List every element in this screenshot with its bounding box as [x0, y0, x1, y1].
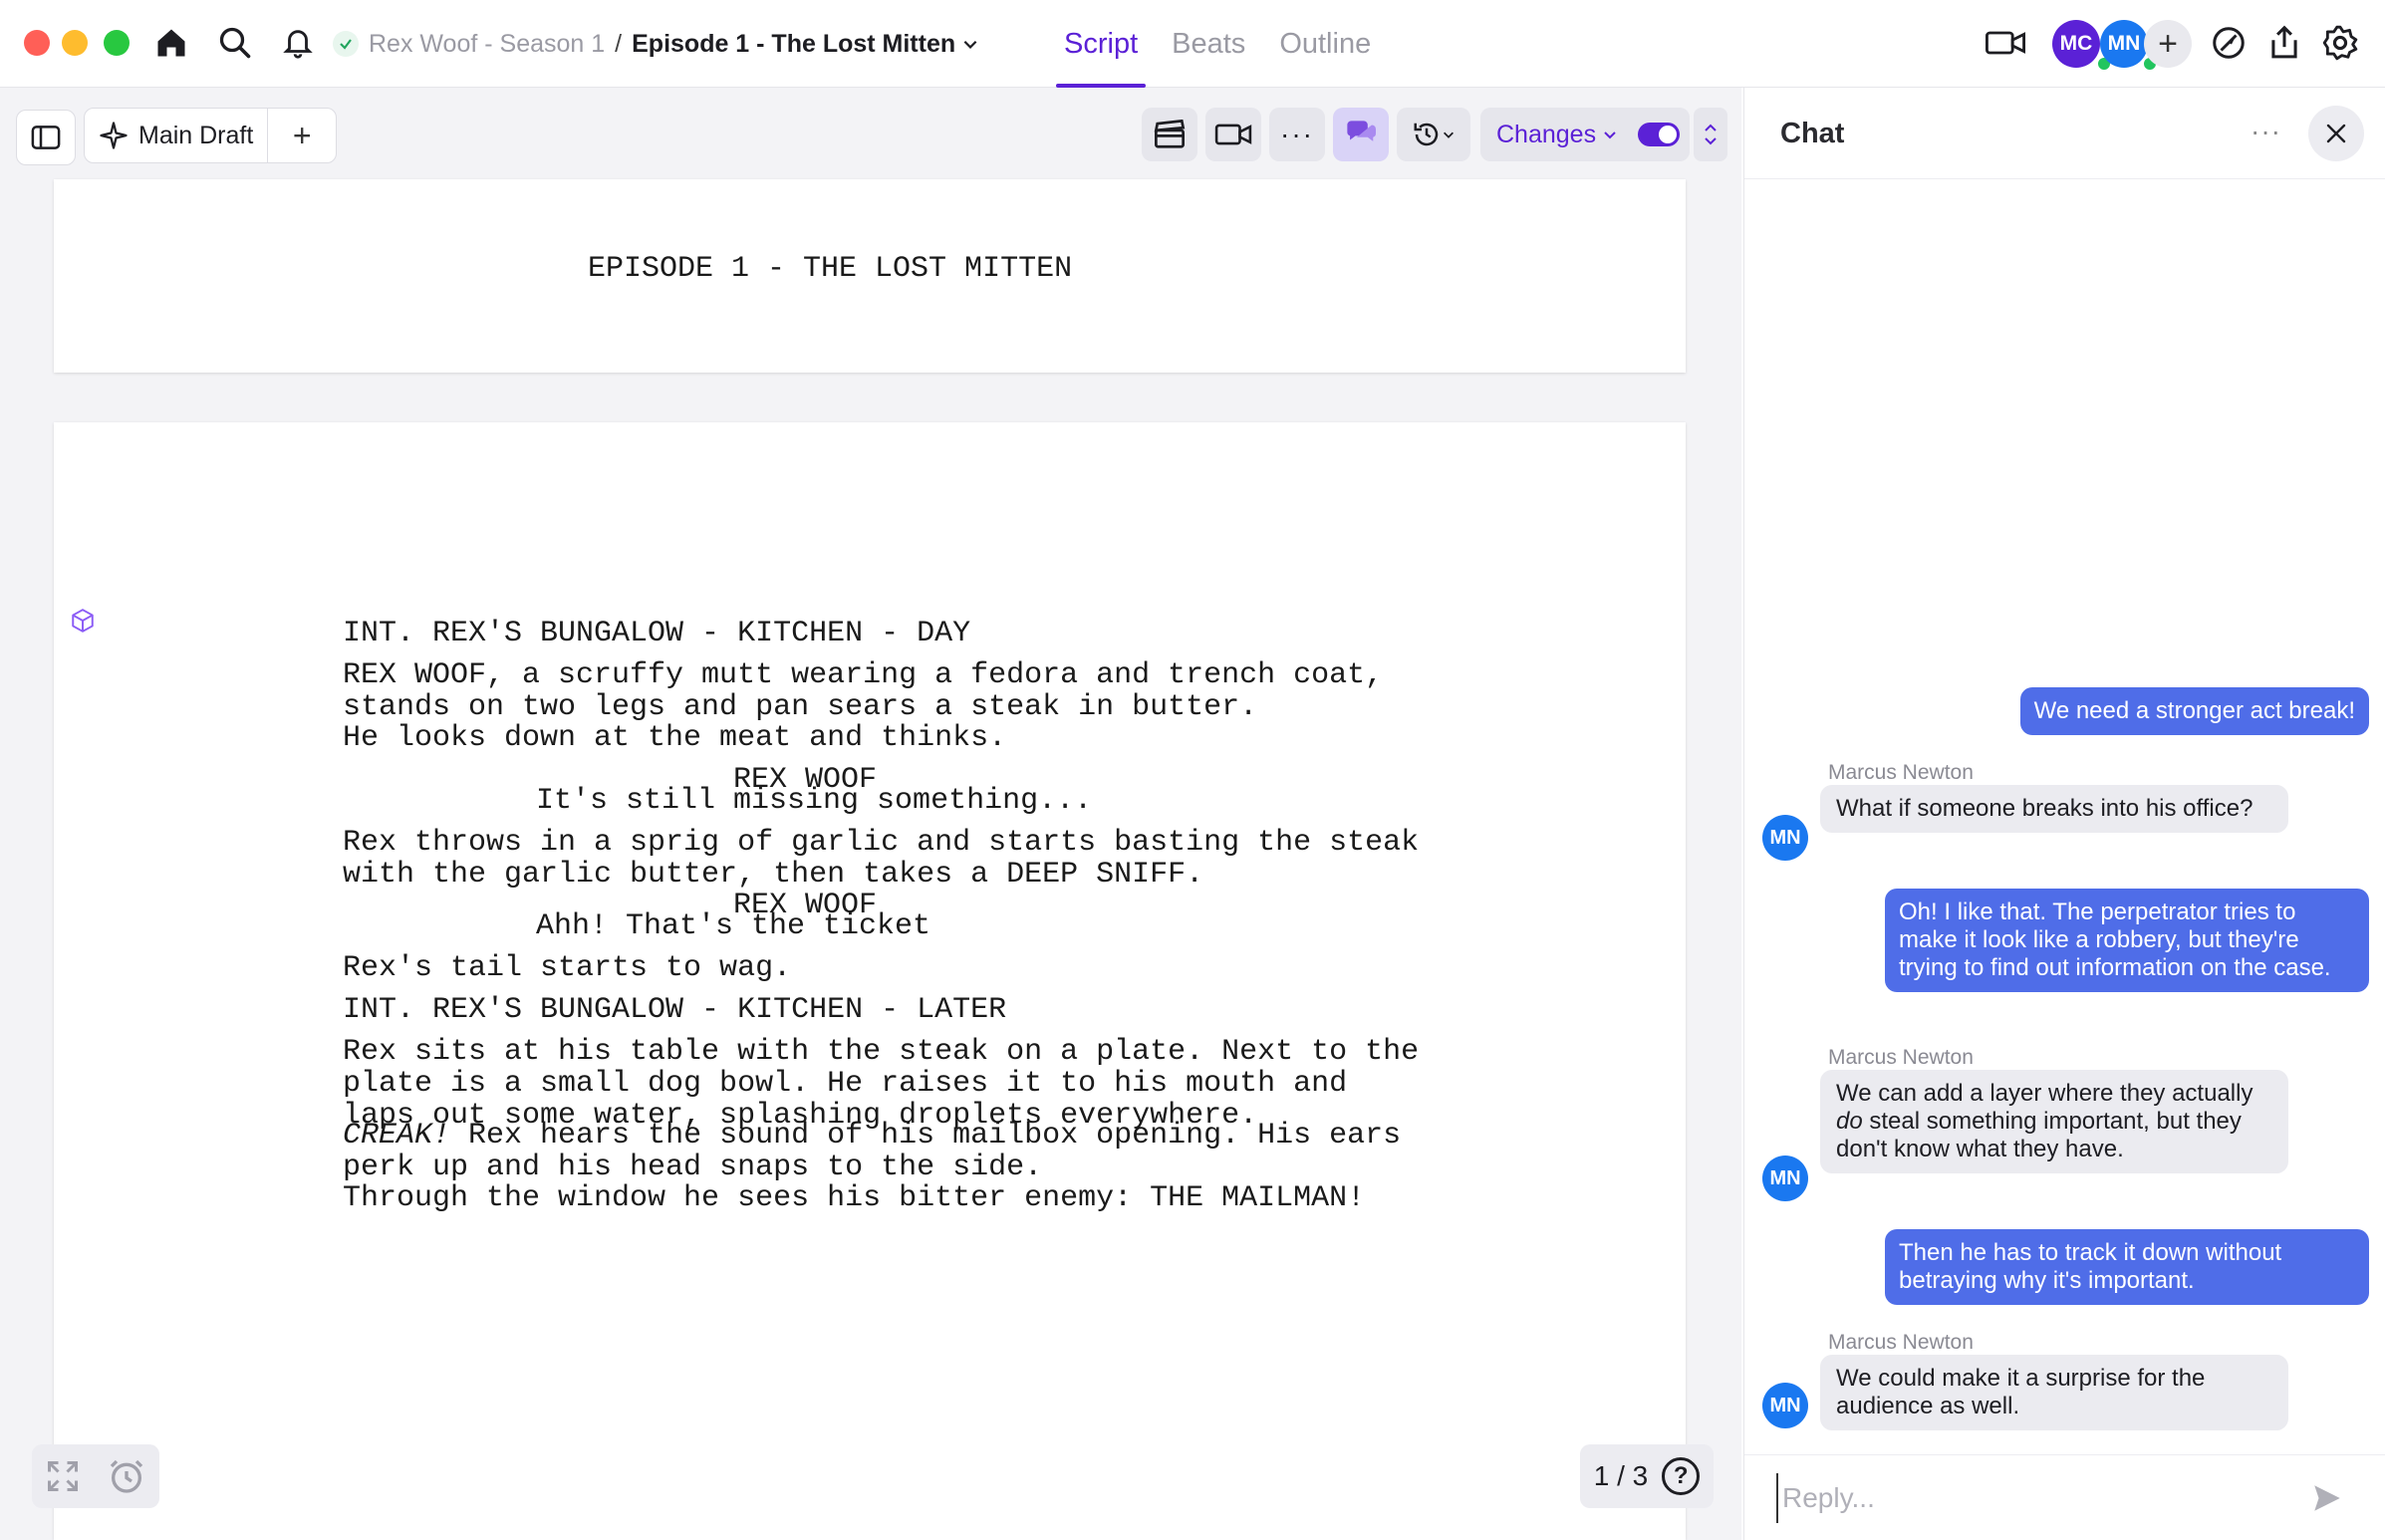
reply-input[interactable]: [1776, 1473, 2294, 1523]
script-page[interactable]: INT. REX'S BUNGALOW - KITCHEN - DAY REX …: [54, 422, 1686, 1540]
action-line: Through the window he sees his bitter en…: [343, 1181, 1366, 1215]
action-line: Rex throws in a sprig of garlic and star…: [343, 826, 1420, 892]
chevron-up-icon[interactable]: [1703, 121, 1719, 134]
window-zoom-button[interactable]: [104, 30, 130, 56]
expand-icon[interactable]: [45, 1458, 81, 1494]
chat-panel: Chat ··· We need a stronger act break! M…: [1743, 88, 2385, 1540]
avatar-mc[interactable]: MC: [2052, 20, 2100, 68]
gear-icon[interactable]: [2317, 20, 2363, 66]
breadcrumb-season[interactable]: Rex Woof - Season 1: [369, 30, 605, 59]
action-line: CREAK! Rex hears the sound of his mailbo…: [343, 1120, 1401, 1183]
window-minimize-button[interactable]: [62, 30, 88, 56]
scene-heading: INT. REX'S BUNGALOW - KITCHEN - DAY: [343, 617, 971, 650]
video-camera-icon[interactable]: [1983, 20, 2028, 66]
chevron-down-icon: [1604, 131, 1616, 139]
breadcrumb: Rex Woof - Season 1 / Episode 1 - The Lo…: [333, 22, 979, 66]
bell-icon[interactable]: [275, 20, 321, 66]
page-indicator: 1 / 3 ?: [1580, 1444, 1714, 1508]
sound-effect: CREAK!: [343, 1119, 451, 1153]
clapperboard-icon: [1154, 120, 1186, 148]
change-navigator[interactable]: [1694, 108, 1727, 161]
breadcrumb-separator: /: [615, 29, 623, 58]
editor-toolbar: Main Draft + ··· Changes: [0, 88, 1741, 179]
check-icon: [333, 31, 359, 57]
action-line: Rex sits at his table with the steak on …: [343, 1035, 1420, 1133]
message-sender: Marcus Newton: [1828, 761, 1974, 784]
chat-bubbles-icon: [1347, 121, 1377, 141]
more-icon[interactable]: ···: [1269, 108, 1325, 161]
chevron-down-icon[interactable]: [1703, 134, 1719, 148]
message-text: steal something important, but they don'…: [1836, 1108, 2242, 1162]
send-icon[interactable]: [2310, 1481, 2344, 1515]
cube-icon[interactable]: [70, 608, 96, 634]
search-icon[interactable]: [212, 20, 258, 66]
tab-outline[interactable]: Outline: [1271, 0, 1379, 88]
history-button[interactable]: [1397, 108, 1470, 161]
add-draft-button[interactable]: +: [268, 118, 336, 154]
message-sender: Marcus Newton: [1828, 1331, 1974, 1354]
chat-title: Chat: [1780, 118, 1845, 149]
action-line: He looks down at the meat and thinks.: [343, 721, 1007, 755]
chat-message-outgoing: We need a stronger act break!: [2019, 687, 2369, 735]
tab-beats[interactable]: Beats: [1164, 0, 1253, 88]
episode-title: Episode 1 - The Lost Mitten: [632, 29, 956, 58]
share-icon[interactable]: [2261, 20, 2307, 66]
draft-label: Main Draft: [138, 121, 254, 149]
breadcrumb-episode[interactable]: Episode 1 - The Lost Mitten: [632, 30, 979, 59]
chat-message-incoming: What if someone breaks into his office?: [1820, 785, 2288, 833]
chevron-down-icon: [1444, 131, 1454, 138]
changes-label: Changes: [1496, 120, 1597, 148]
dialogue-line: It's still missing something...: [536, 784, 1093, 818]
action-text: Rex hears the sound of his mailbox openi…: [343, 1119, 1402, 1184]
scene-heading: INT. REX'S BUNGALOW - KITCHEN - LATER: [343, 993, 1007, 1027]
action-line: Rex's tail starts to wag.: [343, 951, 792, 985]
close-icon: [2326, 124, 2346, 143]
sidebar-toggle-button[interactable]: [16, 110, 76, 165]
bottom-tools: [32, 1444, 159, 1508]
changes-dropdown[interactable]: Changes: [1480, 108, 1690, 161]
page-count: 1 / 3: [1593, 1460, 1649, 1491]
camera-icon: [1214, 124, 1252, 145]
chat-message-incoming: We can add a layer where they actually d…: [1820, 1070, 2288, 1173]
draft-selector: Main Draft +: [84, 108, 337, 163]
sparkle-icon: [100, 122, 128, 149]
view-tabs: Script Beats Outline: [1056, 0, 1379, 88]
action-line: REX WOOF, a scruffy mutt wearing a fedor…: [343, 658, 1384, 724]
avatar: MN: [1762, 815, 1808, 861]
add-collaborator-button[interactable]: +: [2144, 20, 2192, 68]
changes-toggle[interactable]: [1638, 123, 1681, 146]
chat-message-outgoing: Then he has to track it down without bet…: [1885, 1229, 2369, 1305]
chat-more-icon[interactable]: ···: [2251, 116, 2281, 147]
sidebar-toggle-icon: [31, 126, 61, 149]
avatar: MN: [1762, 1155, 1808, 1201]
chat-toggle-button[interactable]: [1333, 108, 1389, 161]
clapperboard-button[interactable]: [1142, 108, 1197, 161]
editor-pane: Main Draft + ··· Changes EPISODE 1 - THE…: [0, 88, 1741, 1540]
reply-bar: [1744, 1454, 2385, 1540]
chat-message-outgoing: Oh! I like that. The perpetrator tries t…: [1885, 889, 2369, 992]
main-draft-button[interactable]: Main Draft: [85, 109, 269, 162]
avatar: MN: [1762, 1383, 1808, 1428]
dialogue-line: Ahh! That's the ticket: [536, 909, 931, 943]
camera-button[interactable]: [1205, 108, 1261, 161]
tab-script[interactable]: Script: [1056, 0, 1147, 88]
message-text: We can add a layer where they actually: [1836, 1080, 2253, 1107]
close-chat-button[interactable]: [2308, 106, 2364, 161]
help-icon[interactable]: ?: [1662, 1457, 1701, 1495]
page-title: EPISODE 1 - THE LOST MITTEN: [588, 252, 1073, 286]
script-title-page: EPISODE 1 - THE LOST MITTEN: [54, 179, 1686, 373]
chat-header: Chat ···: [1744, 88, 2385, 179]
avatar-mn[interactable]: MN: [2100, 20, 2148, 68]
top-bar: Rex Woof - Season 1 / Episode 1 - The Lo…: [0, 0, 2385, 88]
message-emphasis: do: [1836, 1108, 1863, 1135]
window-close-button[interactable]: [24, 30, 50, 56]
history-icon: [1414, 123, 1439, 146]
chevron-down-icon: [963, 40, 977, 49]
message-sender: Marcus Newton: [1828, 1046, 1974, 1069]
alarm-icon[interactable]: [107, 1456, 146, 1496]
chat-message-incoming: We could make it a surprise for the audi…: [1820, 1355, 2288, 1430]
compass-icon[interactable]: [2206, 20, 2252, 66]
home-icon[interactable]: [148, 20, 194, 66]
